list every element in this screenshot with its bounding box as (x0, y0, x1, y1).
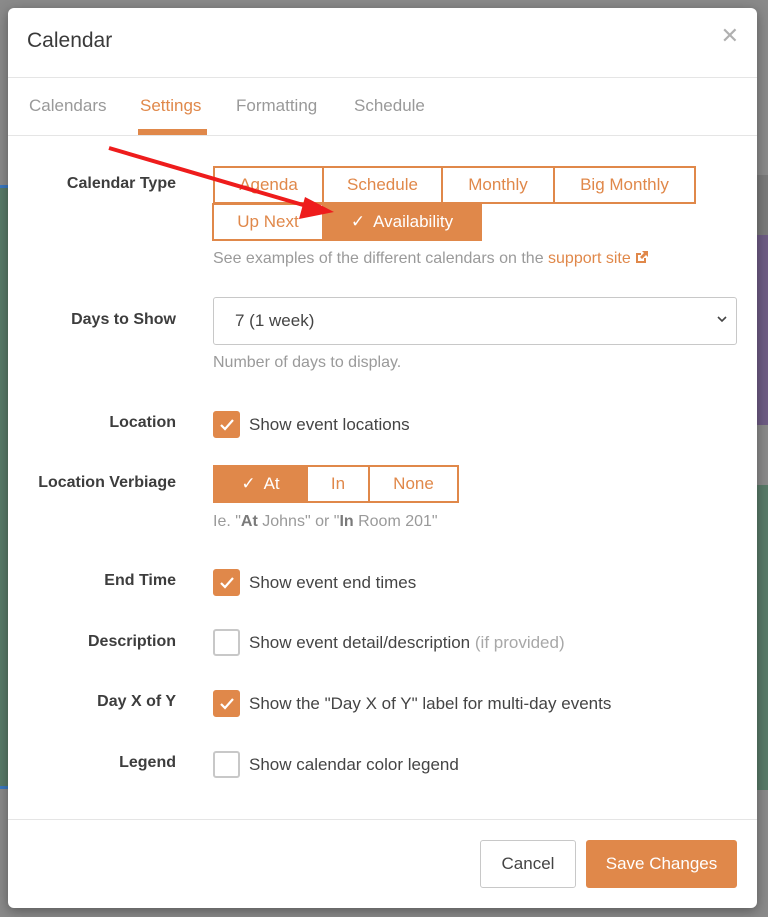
check-icon: ✓ (241, 474, 256, 493)
location-verbiage-help: Ie. "At Johns" or "In Room 201" (213, 513, 438, 531)
calendar-type-up-next[interactable]: Up Next (212, 203, 324, 241)
day-x-of-y-checkbox-row[interactable]: Show the "Day X of Y" label for multi-da… (213, 690, 611, 717)
calendar-type-help: See examples of the different calendars … (213, 250, 649, 268)
calendar-type-monthly[interactable]: Monthly (441, 166, 555, 204)
location-checkbox-row[interactable]: Show event locations (213, 411, 410, 438)
calendar-type-availability[interactable]: ✓ Availability (322, 203, 482, 241)
location-checkbox-label: Show event locations (249, 414, 410, 434)
backdrop-strip (757, 485, 768, 790)
location-label: Location (109, 414, 176, 431)
description-checkbox-label: Show event detail/description (if provid… (249, 633, 565, 653)
availability-label: Availability (373, 212, 454, 231)
day-x-of-y-checkbox-label: Show the "Day X of Y" label for multi-da… (249, 693, 612, 713)
verbiage-at[interactable]: ✓ At (213, 465, 308, 503)
tab-bar: Calendars Settings Formatting Schedule (8, 78, 757, 136)
calendar-type-big-monthly[interactable]: Big Monthly (553, 166, 696, 204)
end-time-label: End Time (104, 572, 176, 589)
close-icon[interactable]: ✕ (721, 25, 739, 47)
chevron-down-icon (717, 316, 727, 323)
calendar-type-agenda[interactable]: Agenda (213, 166, 324, 204)
legend-checkbox[interactable] (213, 751, 240, 778)
legend-label: Legend (119, 754, 176, 771)
help-part: Johns" or " (257, 513, 340, 530)
days-to-show-help: Number of days to display. (213, 354, 402, 371)
description-text: Show event detail/description (249, 632, 471, 652)
backdrop-strip (0, 188, 8, 786)
help-bold: At (240, 513, 258, 530)
verbiage-at-label: At (263, 474, 280, 493)
day-x-of-y-checkbox[interactable] (213, 690, 240, 717)
days-to-show-label: Days to Show (71, 311, 176, 328)
tab-settings[interactable]: Settings (140, 96, 201, 116)
tab-schedule[interactable]: Schedule (354, 96, 425, 116)
end-time-checkbox-label: Show event end times (249, 572, 417, 592)
tab-calendars[interactable]: Calendars (29, 96, 107, 116)
day-x-of-y-label: Day X of Y (97, 693, 176, 710)
calendar-type-label: Calendar Type (66, 175, 176, 192)
checkmark-icon (219, 697, 234, 710)
end-time-checkbox[interactable] (213, 569, 240, 596)
legend-checkbox-row[interactable]: Show calendar color legend (213, 751, 459, 778)
legend-checkbox-label: Show calendar color legend (249, 754, 459, 774)
checkmark-icon (219, 418, 234, 431)
location-checkbox[interactable] (213, 411, 240, 438)
days-to-show-value: 7 (1 week) (235, 311, 315, 330)
description-checkbox[interactable] (213, 629, 240, 656)
active-tab-indicator (138, 129, 207, 135)
modal-footer: Cancel Save Changes (8, 819, 757, 908)
end-time-checkbox-row[interactable]: Show event end times (213, 569, 416, 596)
backdrop-strip (757, 235, 768, 425)
description-suffix: (if provided) (474, 632, 565, 652)
help-part: Ie. " (213, 513, 241, 530)
external-link-icon (635, 251, 648, 263)
check-icon: ✓ (350, 212, 366, 231)
days-to-show-select[interactable]: 7 (1 week) (213, 297, 737, 345)
description-label: Description (87, 633, 176, 650)
cancel-button[interactable]: Cancel (480, 840, 576, 888)
support-site-link[interactable]: support site (548, 250, 649, 267)
help-bold: In (339, 513, 354, 530)
save-changes-button[interactable]: Save Changes (586, 840, 737, 888)
modal-title: Calendar (27, 29, 113, 52)
help-part: Room 201" (353, 513, 438, 530)
tab-formatting[interactable]: Formatting (236, 96, 317, 116)
verbiage-in[interactable]: In (306, 465, 370, 503)
calendar-type-schedule[interactable]: Schedule (322, 166, 443, 204)
support-site-link-text: support site (548, 250, 631, 267)
modal-header: Calendar ✕ (8, 8, 757, 78)
location-verbiage-label: Location Verbiage (38, 474, 176, 491)
description-checkbox-row[interactable]: Show event detail/description (if provid… (213, 629, 565, 656)
checkmark-icon (219, 576, 234, 589)
calendar-settings-modal: Calendar ✕ Calendars Settings Formatting… (8, 8, 757, 908)
backdrop-strip (0, 786, 8, 789)
verbiage-none[interactable]: None (368, 465, 459, 503)
help-text-prefix: See examples of the different calendars … (213, 250, 549, 267)
